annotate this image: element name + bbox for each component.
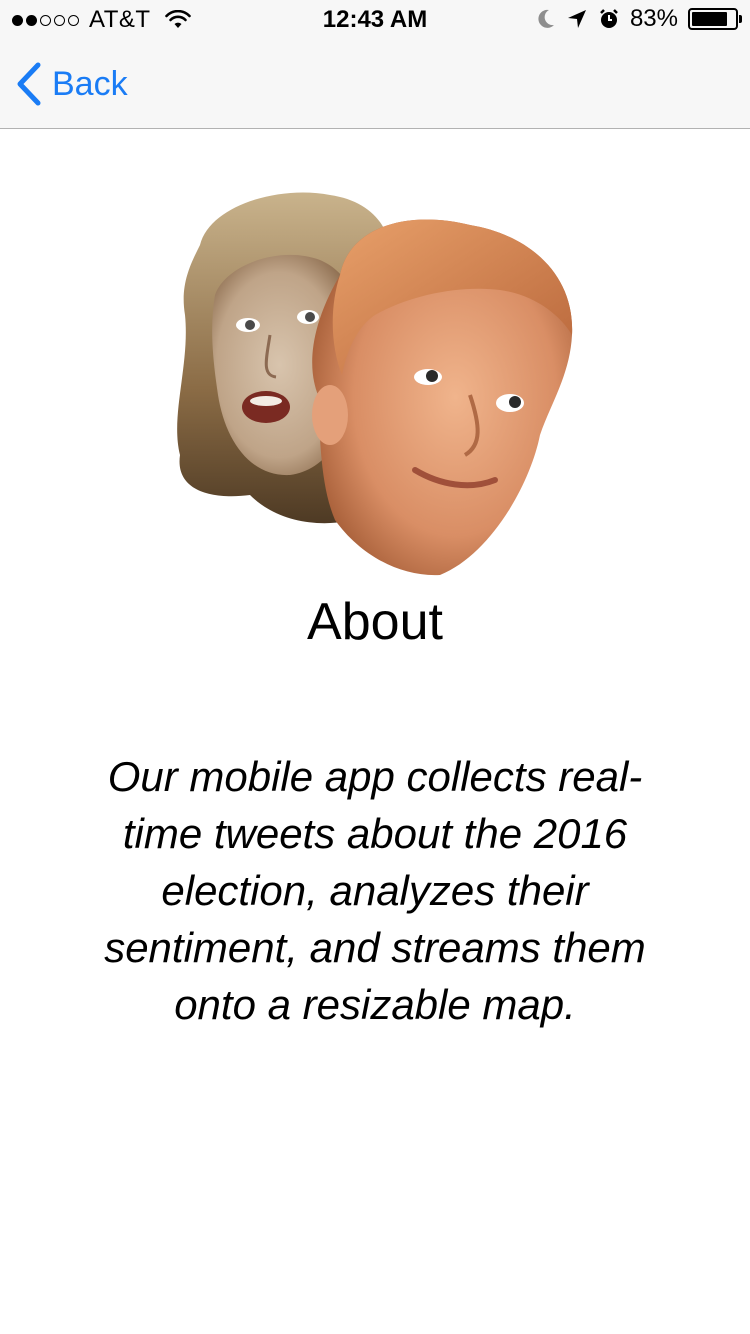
about-description: Our mobile app collects real-time tweets… bbox=[104, 753, 646, 1028]
status-bar: AT&T 12:43 AM 83% bbox=[0, 0, 750, 40]
candidates-faces-image bbox=[177, 192, 573, 576]
alarm-icon bbox=[600, 9, 618, 28]
navigation-bar: Back bbox=[0, 40, 750, 129]
battery-percent: 83% bbox=[629, 5, 678, 32]
back-button[interactable]: Back bbox=[16, 62, 128, 106]
status-right: 83% bbox=[536, 5, 742, 33]
back-button-label: Back bbox=[52, 64, 128, 103]
chevron-left-icon bbox=[17, 62, 41, 106]
battery-icon bbox=[688, 8, 742, 30]
page-title: About bbox=[307, 593, 443, 651]
moon-icon bbox=[538, 9, 554, 28]
location-arrow-icon bbox=[567, 10, 586, 28]
